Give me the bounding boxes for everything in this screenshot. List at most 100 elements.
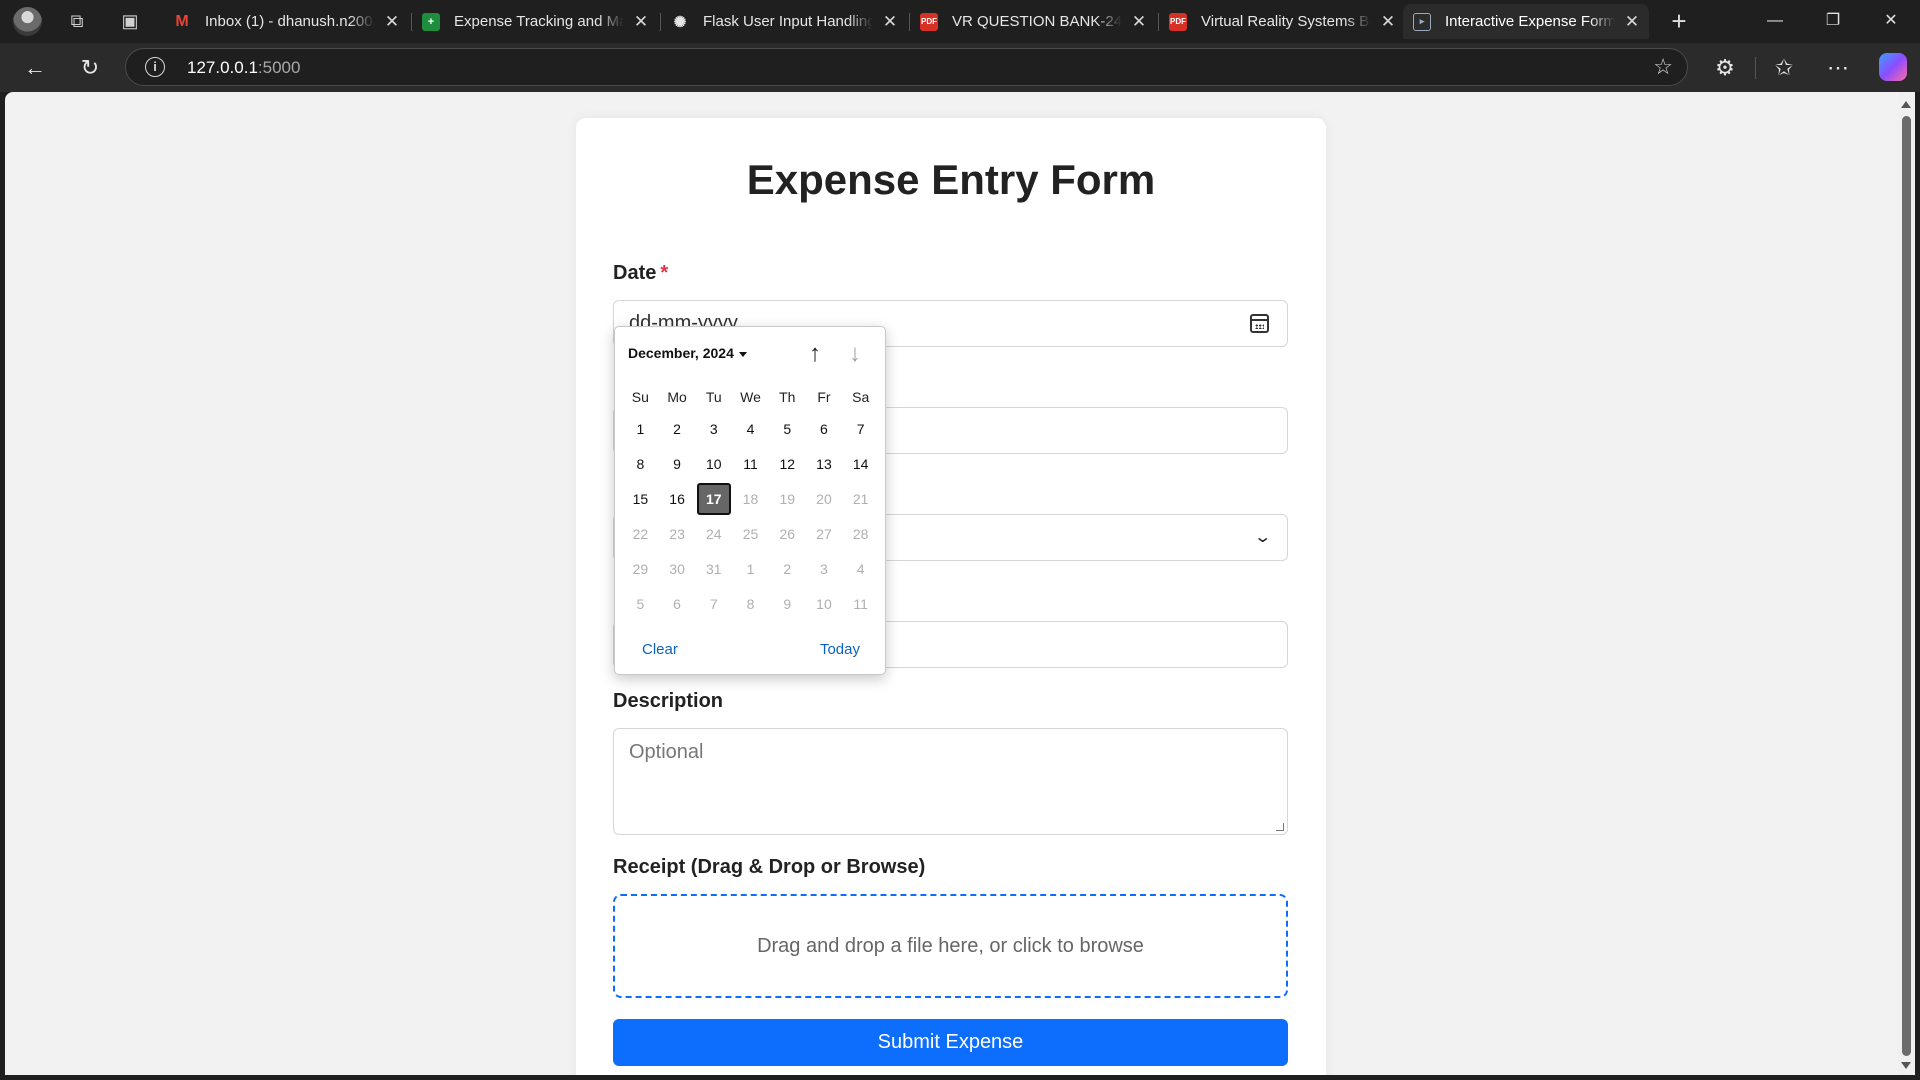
today-button[interactable]: Today: [820, 641, 860, 658]
favorites-icon[interactable]: ✩: [1768, 52, 1800, 84]
description-textarea[interactable]: Optional: [613, 728, 1288, 835]
date-label: Date *: [613, 262, 669, 284]
restore-icon[interactable]: ❐: [1810, 6, 1856, 36]
calendar-day[interactable]: 9: [659, 446, 696, 481]
browser-toolbar: ← ↻ i 127.0.0.1:5000 ☆ ⚙ ✩ ⋯: [0, 43, 1920, 92]
calendar-week: 8 9 10 11 12 13 14: [622, 446, 879, 481]
required-mark: *: [660, 262, 669, 284]
calendar-day-disabled: 22: [632, 525, 649, 542]
weekday-label: Th: [779, 389, 796, 405]
calendar-grid: 1 2 3 4 5 6 7 8 9 10 11 12 13 14 15 16 1…: [622, 411, 879, 621]
month-year-dropdown[interactable]: December, 2024: [628, 345, 747, 361]
previous-month-arrow-icon[interactable]: ↑: [801, 341, 829, 369]
scroll-up-arrow-icon[interactable]: [1901, 101, 1911, 108]
calendar-day[interactable]: 2: [659, 411, 696, 446]
gmail-icon: M: [175, 12, 189, 30]
pdf-icon: PDF: [1169, 12, 1187, 31]
site-info-icon[interactable]: i: [145, 57, 165, 77]
pdf-icon: PDF: [920, 12, 938, 31]
calendar-day-selected[interactable]: 17: [695, 481, 732, 516]
chatgpt-icon: ✺: [673, 13, 687, 31]
copilot-icon[interactable]: [1879, 53, 1907, 81]
calendar-day[interactable]: 12: [769, 446, 806, 481]
close-tab-icon[interactable]: ✕: [630, 12, 652, 32]
calendar-day[interactable]: 11: [732, 446, 769, 481]
back-arrow-icon[interactable]: ←: [19, 52, 51, 84]
new-tab-button[interactable]: +: [1664, 6, 1694, 36]
calendar-day-disabled: 8: [746, 595, 755, 612]
submit-expense-button[interactable]: Submit Expense: [613, 1019, 1288, 1066]
calendar-week: 5 6 7 8 9 10 11: [622, 586, 879, 621]
close-tab-icon[interactable]: ✕: [1128, 12, 1150, 32]
scroll-down-arrow-icon[interactable]: [1901, 1062, 1911, 1069]
close-window-icon[interactable]: ✕: [1868, 6, 1914, 36]
calendar-day-disabled: 1: [746, 560, 755, 577]
weekday-label: We: [740, 389, 761, 405]
calendar-day[interactable]: 7: [842, 411, 879, 446]
calendar-day[interactable]: 1: [622, 411, 659, 446]
reload-icon[interactable]: ↻: [74, 52, 106, 84]
calendar-day[interactable]: 16: [659, 481, 696, 516]
weekday-label: Sa: [852, 389, 870, 405]
calendar-day-disabled: 18: [742, 490, 759, 507]
calendar-day-disabled: 30: [669, 560, 685, 577]
receipt-label: Receipt (Drag & Drop or Browse): [613, 856, 926, 878]
extensions-icon[interactable]: ⚙: [1709, 52, 1741, 84]
page-icon: ▸: [1413, 12, 1431, 31]
tab-strip: ⧉ ▣ M Inbox (1) - dhanush.n2003 ✕ + Expe…: [0, 0, 1920, 43]
favorite-star-icon[interactable]: ☆: [1653, 54, 1673, 80]
tab-flask-input[interactable]: ✺ Flask User Input Handling ✕: [661, 4, 907, 39]
caret-down-icon: [738, 351, 747, 357]
tab-vr-question-bank[interactable]: PDF VR QUESTION BANK-24-25 ✕: [910, 4, 1156, 39]
vertical-tabs-icon[interactable]: ▣: [119, 10, 141, 32]
calendar-day-disabled: 10: [816, 595, 832, 612]
calendar-day[interactable]: 15: [622, 481, 659, 516]
calendar-day[interactable]: 13: [806, 446, 843, 481]
calendar-day[interactable]: 5: [769, 411, 806, 446]
more-menu-icon[interactable]: ⋯: [1822, 52, 1854, 84]
description-label: Description: [613, 690, 724, 712]
calendar-week: 1 2 3 4 5 6 7: [622, 411, 879, 446]
calendar-day-disabled: 6: [673, 595, 681, 612]
page-scrollbar[interactable]: [1898, 92, 1915, 1075]
date-picker-popup: December, 2024 ↑ ↓ Su Mo Tu We Th Fr Sa …: [614, 326, 886, 675]
calendar-day-disabled: 27: [816, 525, 832, 542]
browser-window: { "browser": { "tabs": [ {"title": "Inbo…: [0, 0, 1920, 1080]
calendar-day[interactable]: 10: [695, 446, 732, 481]
close-tab-icon[interactable]: ✕: [381, 12, 403, 32]
resize-handle-icon[interactable]: [1276, 823, 1284, 831]
calendar-day[interactable]: 14: [842, 446, 879, 481]
close-tab-icon[interactable]: ✕: [1377, 12, 1399, 32]
close-tab-icon[interactable]: ✕: [879, 12, 901, 32]
tab-interactive-expense-form[interactable]: ▸ Interactive Expense Form ✕: [1403, 4, 1649, 39]
calendar-day-disabled: 5: [636, 595, 645, 612]
receipt-dropzone[interactable]: Drag and drop a file here, or click to b…: [613, 894, 1288, 998]
page-title: Expense Entry Form: [746, 156, 1156, 203]
tab-vr-systems[interactable]: PDF Virtual Reality Systems BCS ✕: [1159, 4, 1405, 39]
scroll-thumb[interactable]: [1902, 116, 1911, 1056]
profile-avatar[interactable]: [13, 7, 42, 36]
calendar-week: 22 23 24 25 26 27 28: [622, 516, 879, 551]
calendar-day-disabled: 24: [706, 525, 722, 542]
calendar-day-disabled: 3: [820, 560, 828, 577]
calendar-day[interactable]: 6: [806, 411, 843, 446]
tab-inbox[interactable]: M Inbox (1) - dhanush.n2003 ✕: [163, 4, 409, 39]
weekday-label: Fr: [817, 389, 831, 405]
calendar-day-disabled: 28: [852, 525, 869, 542]
calendar-day[interactable]: 8: [622, 446, 659, 481]
weekday-label: Tu: [705, 389, 722, 405]
address-url[interactable]: 127.0.0.1:5000: [187, 58, 300, 78]
calendar-day[interactable]: 4: [732, 411, 769, 446]
chevron-down-icon: ⌄: [1252, 529, 1272, 546]
clear-date-button[interactable]: Clear: [642, 641, 678, 658]
next-month-arrow-icon[interactable]: ↓: [841, 341, 869, 369]
close-tab-icon[interactable]: ✕: [1621, 12, 1643, 32]
calendar-day[interactable]: 3: [695, 411, 732, 446]
workspaces-icon[interactable]: ⧉: [66, 10, 88, 32]
minimize-icon[interactable]: —: [1752, 6, 1798, 36]
tab-expense-tracking[interactable]: + Expense Tracking and Management ✕: [412, 4, 658, 39]
weekday-header: Su Mo Tu We Th Fr Sa: [622, 389, 879, 405]
calendar-week: 29 30 31 1 2 3 4: [622, 551, 879, 586]
address-bar[interactable]: i 127.0.0.1:5000 ☆: [125, 48, 1688, 86]
calendar-icon[interactable]: [1250, 314, 1269, 333]
